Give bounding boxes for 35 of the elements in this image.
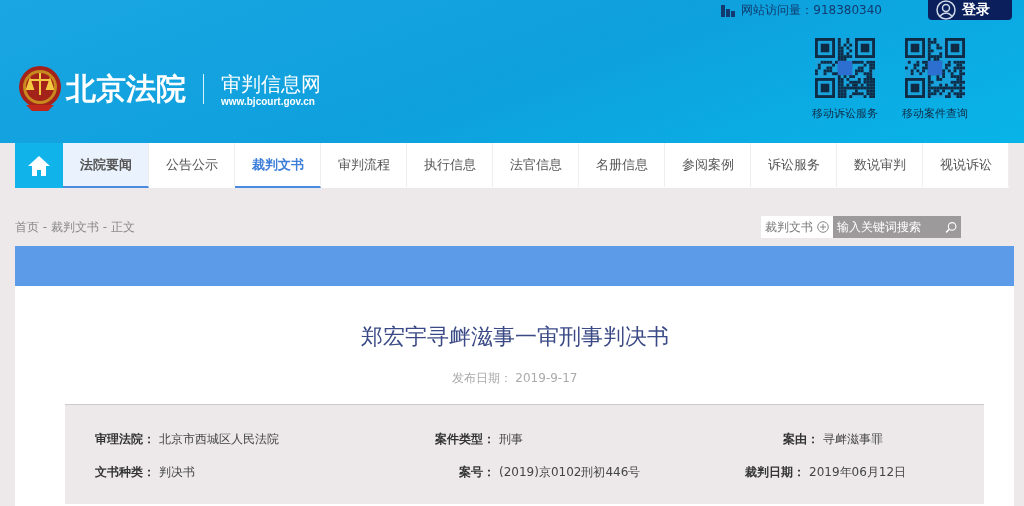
logo-title: 北京法院	[66, 69, 186, 108]
field-label: 案号：	[459, 464, 495, 481]
nav-tab[interactable]: 法院要闻	[63, 143, 149, 188]
qr-caption: 移动诉讼服务	[812, 106, 878, 121]
field-value: 北京市西城区人民法院	[159, 431, 279, 448]
field-label: 文书种类：	[95, 464, 155, 481]
visit-counter: 网站访问量：918380340	[741, 1, 882, 19]
home-icon	[27, 153, 51, 178]
field-value: 刑事	[499, 431, 523, 448]
field-value: 判决书	[159, 464, 195, 481]
bar-chart-icon	[721, 3, 736, 17]
field-label: 案由：	[783, 431, 819, 448]
category-dropdown[interactable]: 裁判文书	[761, 216, 833, 238]
home-button[interactable]	[15, 143, 63, 188]
field-value: 寻衅滋事罪	[823, 431, 883, 448]
user-icon	[936, 0, 956, 20]
qr-code-icon	[815, 38, 875, 98]
breadcrumb: 首页 - 裁判文书 - 正文	[15, 218, 135, 236]
site-name: 审判信息网	[221, 71, 321, 96]
plus-icon	[817, 221, 829, 233]
court-emblem-icon	[18, 65, 62, 113]
site-url: www.bjcourt.gov.cn	[221, 95, 316, 107]
qr-caption: 移动案件查询	[902, 106, 968, 121]
publish-date: 发布日期： 2019-9-17	[450, 370, 579, 387]
qr-code-icon	[905, 38, 965, 98]
field-label: 案件类型：	[435, 431, 495, 448]
document-title: 郑宏宇寻衅滋事一审刑事判决书	[359, 323, 670, 351]
login-button[interactable]: 登录	[928, 0, 1012, 20]
search-icon	[945, 219, 957, 235]
field-value: 2019年06月12日	[809, 464, 907, 481]
field-label: 审理法院：	[95, 431, 155, 448]
search-field[interactable]: 输入关键词搜索	[833, 216, 961, 238]
field-value: (2019)京0102刑初446号	[499, 464, 641, 481]
field-label: 裁判日期：	[745, 464, 805, 481]
nav-tab[interactable]: 裁判文书	[235, 143, 321, 188]
